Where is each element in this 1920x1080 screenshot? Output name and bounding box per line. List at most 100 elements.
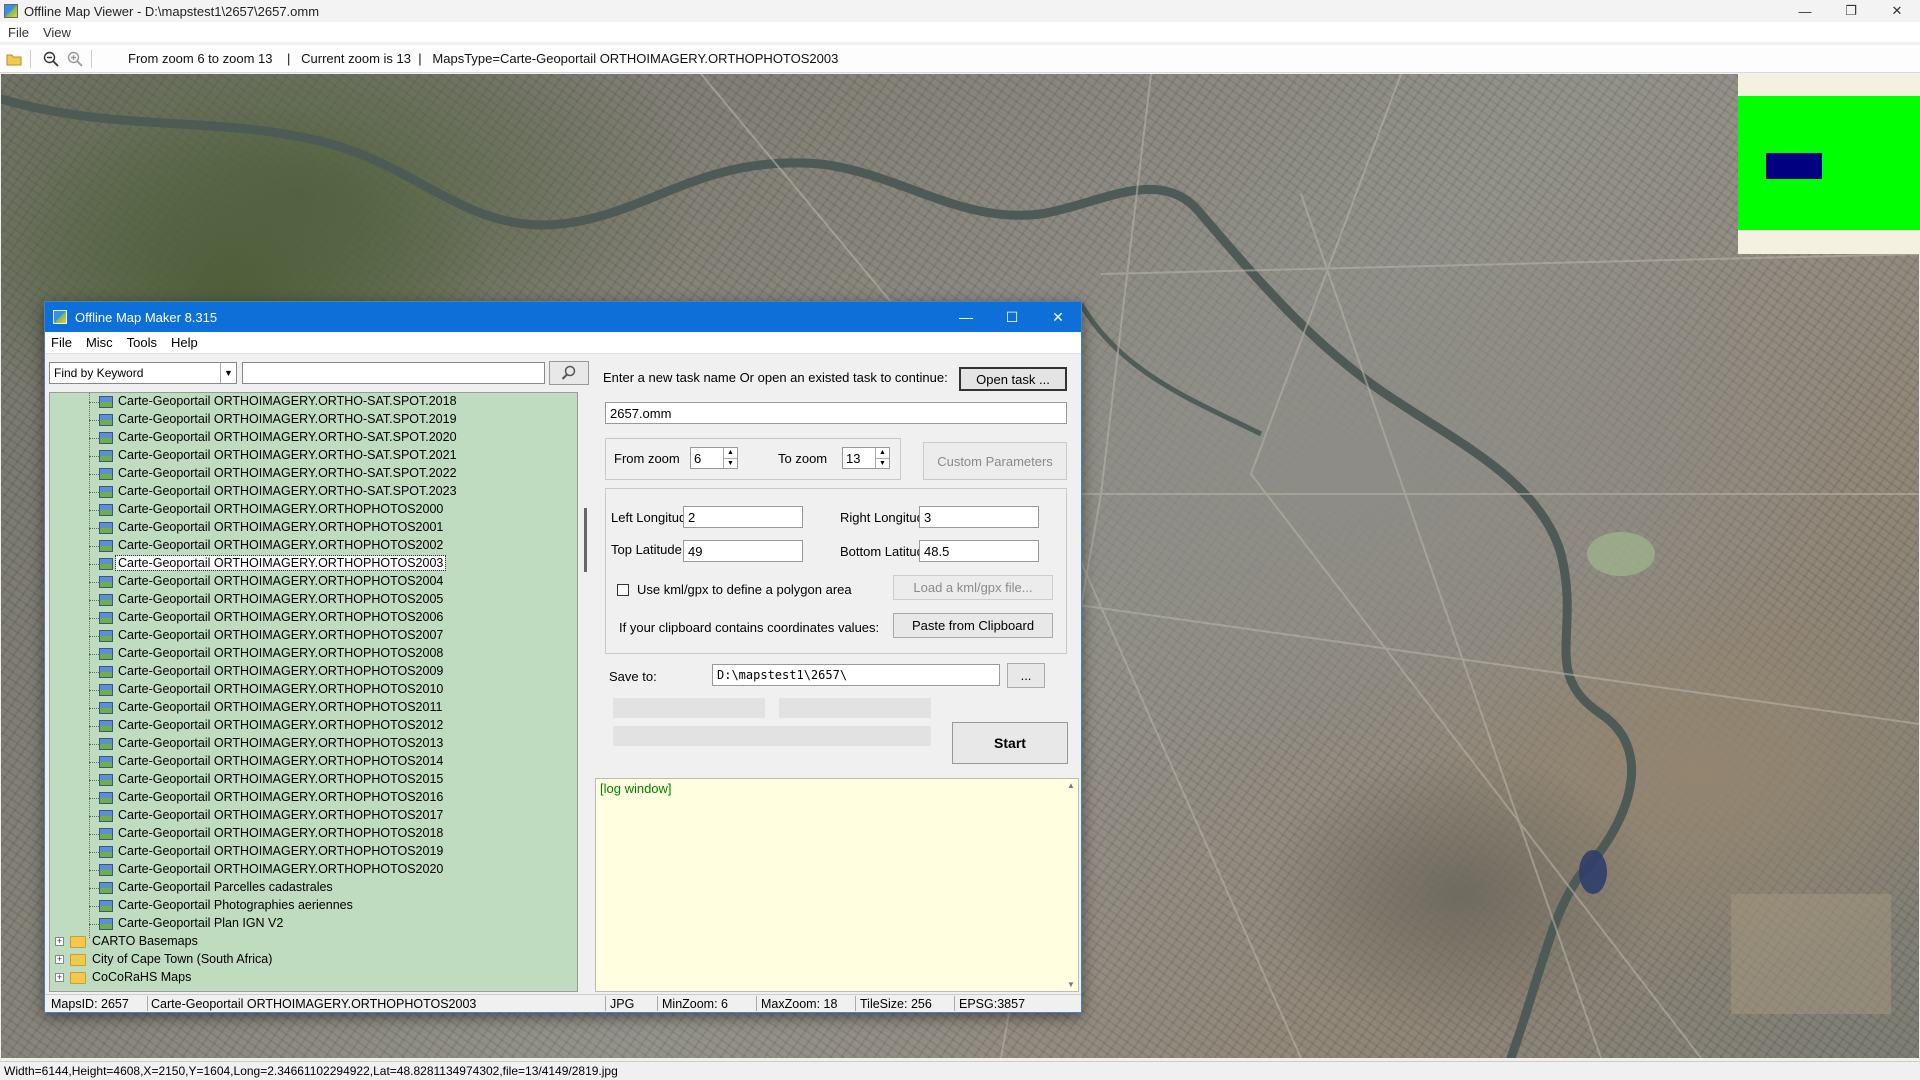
spinner-up-icon[interactable]: ▲	[724, 448, 737, 459]
minimize-icon[interactable]: —	[1782, 0, 1828, 22]
save-path-input[interactable]: D:\mapstest1\2657\	[712, 664, 1000, 686]
tree-item[interactable]: Carte-Geoportail ORTHOIMAGERY.ORTHOPHOTO…	[50, 843, 577, 861]
expand-plus-icon[interactable]: +	[55, 973, 64, 982]
tree-item[interactable]: Carte-Geoportail ORTHOIMAGERY.ORTHO-SAT.…	[50, 411, 577, 429]
tree-item[interactable]: Carte-Geoportail ORTHOIMAGERY.ORTHOPHOTO…	[50, 555, 577, 573]
map-source-tree[interactable]: Carte-Geoportail ORTHOIMAGERY.ORTHO-SAT.…	[49, 392, 578, 992]
search-button[interactable]	[549, 361, 589, 385]
restore-icon[interactable]: ❐	[1828, 0, 1874, 22]
tree-item-label: Carte-Geoportail ORTHOIMAGERY.ORTHO-SAT.…	[118, 466, 457, 480]
tree-item[interactable]: Carte-Geoportail ORTHOIMAGERY.ORTHO-SAT.…	[50, 447, 577, 465]
start-button[interactable]: Start	[952, 722, 1068, 764]
spinner-down-icon[interactable]: ▼	[876, 459, 889, 469]
tree-item-label: Carte-Geoportail ORTHOIMAGERY.ORTHOPHOTO…	[118, 808, 444, 822]
tree-item[interactable]: Carte-Geoportail ORTHOIMAGERY.ORTHOPHOTO…	[50, 501, 577, 519]
map-layer-icon	[99, 792, 113, 804]
tree-scroll-thumb[interactable]	[584, 508, 587, 572]
dialog-menu-help[interactable]: Help	[171, 335, 198, 350]
tree-connector	[89, 618, 99, 619]
tree-item[interactable]: Carte-Geoportail ORTHOIMAGERY.ORTHOPHOTO…	[50, 519, 577, 537]
top-latitude-input[interactable]: 49	[683, 540, 803, 562]
tree-folder[interactable]: + CARTO Basemaps	[50, 933, 577, 951]
tree-item[interactable]: Carte-Geoportail ORTHOIMAGERY.ORTHOPHOTO…	[50, 735, 577, 753]
tree-item[interactable]: Carte-Geoportail ORTHOIMAGERY.ORTHOPHOTO…	[50, 573, 577, 591]
tree-item[interactable]: Carte-Geoportail ORTHOIMAGERY.ORTHOPHOTO…	[50, 807, 577, 825]
tree-item-label: Carte-Geoportail ORTHOIMAGERY.ORTHOPHOTO…	[118, 682, 444, 696]
scroll-down-icon[interactable]: ▼	[1067, 980, 1075, 989]
map-source-panel: Find by Keyword ▼ Carte-Geoportail ORTHO…	[49, 358, 593, 994]
tree-item-label: Carte-Geoportail Photographies aeriennes	[118, 898, 353, 912]
dialog-close-icon[interactable]: ✕	[1035, 302, 1081, 332]
tree-item[interactable]: Carte-Geoportail Parcelles cadastrales	[50, 879, 577, 897]
menu-file[interactable]: File	[8, 25, 29, 40]
tree-item-label: Carte-Geoportail Plan IGN V2	[118, 916, 284, 930]
spinner-down-icon[interactable]: ▼	[724, 459, 737, 469]
tree-item[interactable]: Carte-Geoportail ORTHOIMAGERY.ORTHO-SAT.…	[50, 483, 577, 501]
tree-scrollbar[interactable]	[582, 392, 592, 992]
menu-view[interactable]: View	[43, 25, 71, 40]
tree-item[interactable]: Carte-Geoportail ORTHOIMAGERY.ORTHO-SAT.…	[50, 393, 577, 411]
tree-item[interactable]: Carte-Geoportail ORTHOIMAGERY.ORTHOPHOTO…	[50, 825, 577, 843]
from-zoom-spinner[interactable]: 6 ▲ ▼	[690, 447, 738, 469]
open-folder-icon[interactable]	[4, 49, 24, 69]
paste-from-clipboard-button[interactable]: Paste from Clipboard	[893, 613, 1053, 638]
open-task-button[interactable]: Open task ...	[959, 367, 1067, 391]
tree-item[interactable]: Carte-Geoportail ORTHOIMAGERY.ORTHOPHOTO…	[50, 681, 577, 699]
close-icon[interactable]: ✕	[1874, 0, 1920, 22]
expand-plus-icon[interactable]: +	[55, 937, 64, 946]
right-longitude-input[interactable]: 3	[919, 506, 1039, 528]
tree-item[interactable]: Carte-Geoportail ORTHOIMAGERY.ORTHO-SAT.…	[50, 429, 577, 447]
tree-connector	[89, 798, 99, 799]
log-window[interactable]: [log window] ▲ ▼	[595, 778, 1079, 992]
tree-item[interactable]: Carte-Geoportail ORTHOIMAGERY.ORTHOPHOTO…	[50, 609, 577, 627]
dialog-maximize-icon[interactable]: ☐	[989, 302, 1035, 332]
viewer-menubar: File View	[0, 22, 1920, 42]
tree-item[interactable]: Carte-Geoportail ORTHOIMAGERY.ORTHOPHOTO…	[50, 717, 577, 735]
tree-item[interactable]: Carte-Geoportail ORTHOIMAGERY.ORTHOPHOTO…	[50, 663, 577, 681]
to-zoom-spinner[interactable]: 13 ▲ ▼	[842, 447, 890, 469]
tree-folder[interactable]: + City of Cape Town (South Africa)	[50, 951, 577, 969]
search-input[interactable]	[242, 362, 545, 384]
zoom-in-icon[interactable]	[65, 49, 85, 69]
tree-item[interactable]: Carte-Geoportail ORTHOIMAGERY.ORTHOPHOTO…	[50, 591, 577, 609]
tree-item-label: Carte-Geoportail ORTHOIMAGERY.ORTHOPHOTO…	[118, 772, 444, 786]
dialog-menu-misc[interactable]: Misc	[86, 335, 113, 350]
tree-item[interactable]: Carte-Geoportail ORTHOIMAGERY.ORTHOPHOTO…	[50, 645, 577, 663]
map-layer-icon	[99, 594, 113, 606]
dialog-menu-file[interactable]: File	[51, 335, 72, 350]
dialog-statusbar: MapsID: 2657 Carte-Geoportail ORTHOIMAGE…	[45, 994, 1081, 1012]
tree-item[interactable]: Carte-Geoportail Plan IGN V2	[50, 915, 577, 933]
zoom-out-icon[interactable]	[41, 49, 61, 69]
tree-folder[interactable]: + CoCoRaHS Maps	[50, 969, 577, 987]
bottom-latitude-input[interactable]: 48.5	[919, 540, 1039, 562]
kml-polygon-checkbox[interactable]	[617, 584, 629, 596]
tree-item[interactable]: Carte-Geoportail Photographies aeriennes	[50, 897, 577, 915]
log-scrollbar[interactable]: ▲ ▼	[1064, 779, 1078, 991]
scroll-up-icon[interactable]: ▲	[1067, 781, 1075, 790]
expand-plus-icon[interactable]: +	[55, 955, 64, 964]
load-kml-button[interactable]: Load a kml/gpx file...	[893, 575, 1053, 600]
left-longitude-input[interactable]: 2	[683, 506, 803, 528]
chevron-down-icon[interactable]: ▼	[220, 363, 236, 383]
tree-item[interactable]: Carte-Geoportail ORTHOIMAGERY.ORTHOPHOTO…	[50, 771, 577, 789]
tree-item[interactable]: Carte-Geoportail ORTHOIMAGERY.ORTHOPHOTO…	[50, 861, 577, 879]
toolbar-separator	[91, 49, 92, 68]
tree-item[interactable]: Carte-Geoportail ORTHOIMAGERY.ORTHOPHOTO…	[50, 627, 577, 645]
tree-item[interactable]: Carte-Geoportail ORTHOIMAGERY.ORTHOPHOTO…	[50, 537, 577, 555]
find-mode-select[interactable]: Find by Keyword ▼	[49, 362, 237, 384]
spinner-up-icon[interactable]: ▲	[876, 448, 889, 459]
dialog-minimize-icon[interactable]: —	[943, 302, 989, 332]
tree-connector	[89, 672, 99, 673]
map-layer-icon	[99, 882, 113, 894]
task-name-input[interactable]: 2657.omm	[605, 402, 1067, 424]
tree-item[interactable]: Carte-Geoportail ORTHOIMAGERY.ORTHOPHOTO…	[50, 699, 577, 717]
overview-minimap[interactable]	[1738, 74, 1920, 254]
overview-viewport-rect[interactable]	[1766, 153, 1822, 179]
dialog-menu-tools[interactable]: Tools	[127, 335, 157, 350]
tree-item[interactable]: Carte-Geoportail ORTHOIMAGERY.ORTHO-SAT.…	[50, 465, 577, 483]
map-layer-icon	[99, 774, 113, 786]
browse-button[interactable]: ...	[1007, 663, 1045, 688]
tree-item[interactable]: Carte-Geoportail ORTHOIMAGERY.ORTHOPHOTO…	[50, 753, 577, 771]
tree-item[interactable]: Carte-Geoportail ORTHOIMAGERY.ORTHOPHOTO…	[50, 789, 577, 807]
custom-parameters-button[interactable]: Custom Parameters	[923, 442, 1067, 480]
